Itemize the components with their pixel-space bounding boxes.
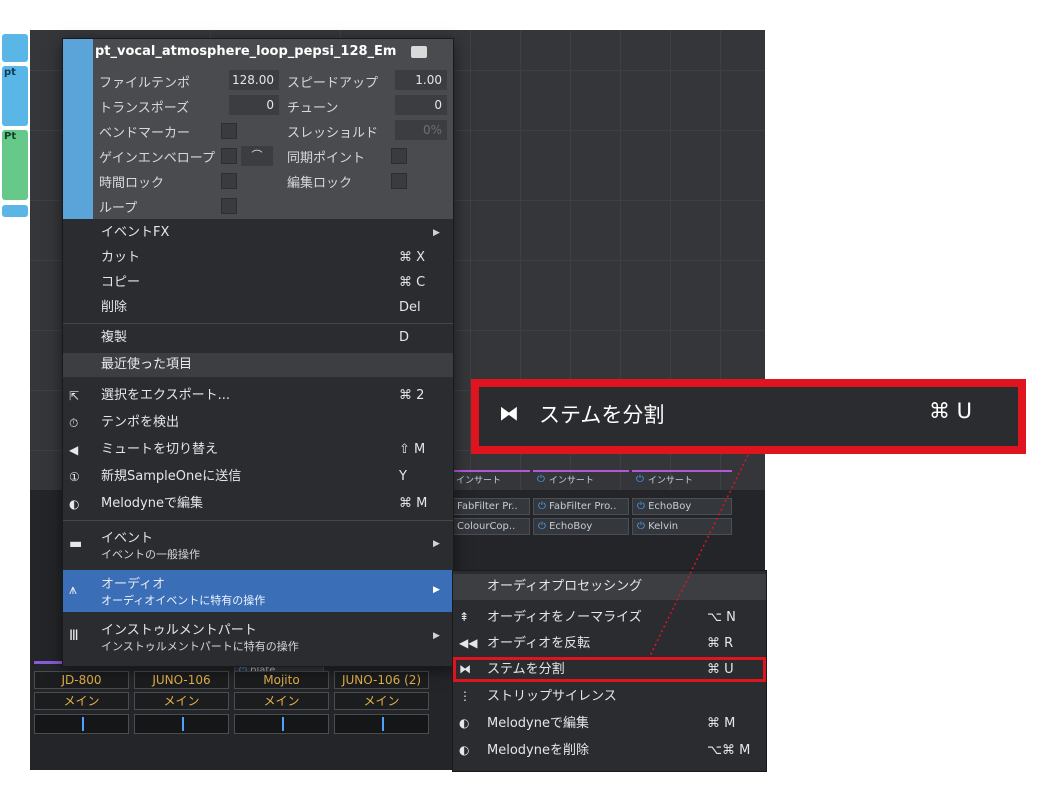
zoom-callout: ⧓ ステムを分割 ⌘ U [471, 379, 1026, 454]
split-stems-icon: ⧓ [499, 401, 519, 425]
callout-shortcut: ⌘ U [929, 399, 973, 423]
callout-label: ステムを分割 [539, 403, 665, 427]
